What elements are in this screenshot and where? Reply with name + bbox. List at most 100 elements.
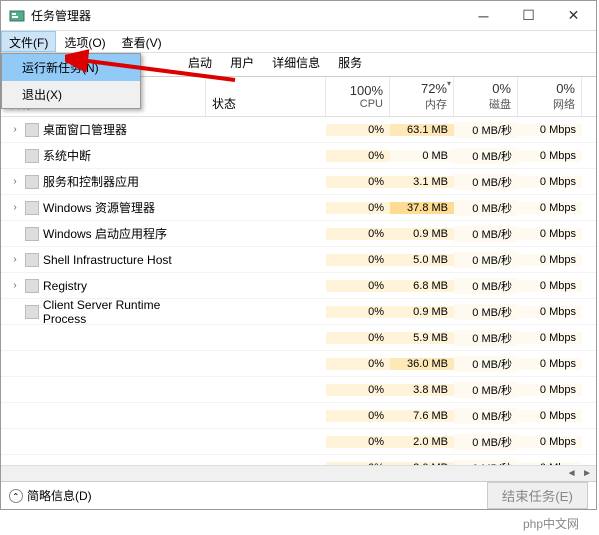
disk-cell: 0 MB/秒 [454,148,518,164]
tab-details[interactable]: 详细信息 [263,49,329,76]
disk-cell: 0 MB/秒 [454,330,518,346]
menu-exit[interactable]: 退出(X) [2,81,140,108]
scroll-right-icon[interactable]: ► [582,468,592,479]
table-row[interactable]: 0%2.0 MB0 MB/秒0 Mbps [1,455,596,465]
chevron-right-icon[interactable]: › [9,176,21,187]
scroll-left-icon[interactable]: ◄ [567,468,577,479]
memory-cell: 5.9 MB [390,332,454,344]
cpu-cell: 0% [326,306,390,318]
network-cell: 0 Mbps [518,436,582,448]
memory-cell: 5.0 MB [390,254,454,266]
table-row[interactable]: ›服务和控制器应用0%3.1 MB0 MB/秒0 Mbps [1,169,596,195]
network-cell: 0 Mbps [518,358,582,370]
process-icon [25,149,39,163]
cpu-cell: 0% [326,124,390,136]
cpu-label: CPU [360,98,383,110]
network-cell: 0 Mbps [518,384,582,396]
process-name-cell: ›Registry [1,279,206,293]
disk-label: 磁盘 [489,96,511,112]
process-name: 桌面窗口管理器 [43,121,127,138]
process-icon [25,227,39,241]
table-row[interactable]: Windows 启动应用程序0%0.9 MB0 MB/秒0 Mbps [1,221,596,247]
process-name: Shell Infrastructure Host [43,253,172,267]
process-icon [25,123,39,137]
sort-indicator-icon: ▾ [447,79,451,88]
process-name-cell: Windows 启动应用程序 [1,225,206,242]
chevron-right-icon[interactable]: › [9,280,21,291]
memory-cell: 0 MB [390,150,454,162]
col-cpu[interactable]: 100% CPU [326,77,390,116]
chevron-right-icon[interactable]: › [9,124,21,135]
cpu-cell: 0% [326,254,390,266]
memory-cell: 7.6 MB [390,410,454,422]
file-dropdown: 运行新任务(N) 退出(X) [1,53,141,109]
menu-run-new-task[interactable]: 运行新任务(N) [2,54,140,81]
network-cell: 0 Mbps [518,176,582,188]
network-cell: 0 Mbps [518,124,582,136]
network-label: 网络 [553,96,575,112]
cpu-percent: 100% [350,83,383,98]
memory-cell: 0.9 MB [390,306,454,318]
network-cell: 0 Mbps [518,150,582,162]
table-row[interactable]: ›Registry0%6.8 MB0 MB/秒0 Mbps [1,273,596,299]
end-task-button[interactable]: 结束任务(E) [487,482,588,509]
table-row[interactable]: 系统中断0%0 MB0 MB/秒0 Mbps [1,143,596,169]
disk-cell: 0 MB/秒 [454,434,518,450]
table-row[interactable]: 0%3.8 MB0 MB/秒0 Mbps [1,377,596,403]
memory-cell: 37.8 MB [390,202,454,214]
process-name: Windows 资源管理器 [43,199,155,216]
table-row[interactable]: 0%36.0 MB0 MB/秒0 Mbps [1,351,596,377]
horizontal-scrollbar[interactable]: ◄ ► [1,465,596,481]
col-disk[interactable]: 0% 磁盘 [454,77,518,116]
cpu-cell: 0% [326,176,390,188]
network-cell: 0 Mbps [518,410,582,422]
titlebar[interactable]: 任务管理器 ─ ☐ ✕ [1,1,596,31]
minimize-button[interactable]: ─ [461,2,506,30]
process-list[interactable]: ›桌面窗口管理器0%63.1 MB0 MB/秒0 Mbps系统中断0%0 MB0… [1,117,596,465]
cpu-cell: 0% [326,228,390,240]
memory-percent: 72% [421,81,447,96]
table-row[interactable]: ›桌面窗口管理器0%63.1 MB0 MB/秒0 Mbps [1,117,596,143]
disk-percent: 0% [492,81,511,96]
cpu-cell: 0% [326,358,390,370]
table-row[interactable]: 0%2.0 MB0 MB/秒0 Mbps [1,429,596,455]
close-button[interactable]: ✕ [551,2,596,30]
menu-view[interactable]: 查看(V) [114,31,170,52]
menu-file[interactable]: 文件(F) [1,31,56,52]
chevron-right-icon[interactable]: › [9,202,21,213]
col-network[interactable]: 0% 网络 [518,77,582,116]
app-icon [9,8,25,24]
process-name-cell: › Shell Infrastructure Host [1,253,206,267]
process-icon [25,253,39,267]
network-percent: 0% [556,81,575,96]
disk-cell: 0 MB/秒 [454,382,518,398]
network-cell: 0 Mbps [518,280,582,292]
menu-options[interactable]: 选项(O) [56,31,113,52]
disk-cell: 0 MB/秒 [454,226,518,242]
maximize-button[interactable]: ☐ [506,2,551,30]
process-name: Client Server Runtime Process [43,298,206,326]
process-name: Windows 启动应用程序 [43,225,167,242]
memory-cell: 2.0 MB [390,436,454,448]
table-row[interactable]: 0%5.9 MB0 MB/秒0 Mbps [1,325,596,351]
fewer-details-button[interactable]: ⌄ 简略信息(D) [9,487,92,504]
table-row[interactable]: ›Windows 资源管理器0%37.8 MB0 MB/秒0 Mbps [1,195,596,221]
table-row[interactable]: Client Server Runtime Process 0%0.9 MB 0 M… [1,299,596,325]
cpu-cell: 0% [326,150,390,162]
table-row[interactable]: 0%7.6 MB0 MB/秒0 Mbps [1,403,596,429]
tab-users[interactable]: 用户 [221,49,263,76]
col-memory[interactable]: ▾ 72% 内存 [390,77,454,116]
window-title: 任务管理器 [31,7,461,24]
tab-services[interactable]: 服务 [329,49,371,76]
tab-startup[interactable]: 启动 [179,49,221,76]
table-row[interactable]: ›Shell Infrastructure Host0%5.0 MB0 MB/秒… [1,247,596,273]
memory-cell: 36.0 MB [390,358,454,370]
memory-cell: 3.8 MB [390,384,454,396]
chevron-right-icon[interactable]: › [9,254,21,265]
menubar: 文件(F) 选项(O) 查看(V) 运行新任务(N) 退出(X) [1,31,596,53]
process-name-cell: › 桌面窗口管理器 [1,121,206,138]
network-cell: 0 Mbps [518,306,582,318]
col-status[interactable]: 状态 [206,77,326,116]
cpu-cell: 0% [326,332,390,344]
network-cell: 0 Mbps [518,202,582,214]
